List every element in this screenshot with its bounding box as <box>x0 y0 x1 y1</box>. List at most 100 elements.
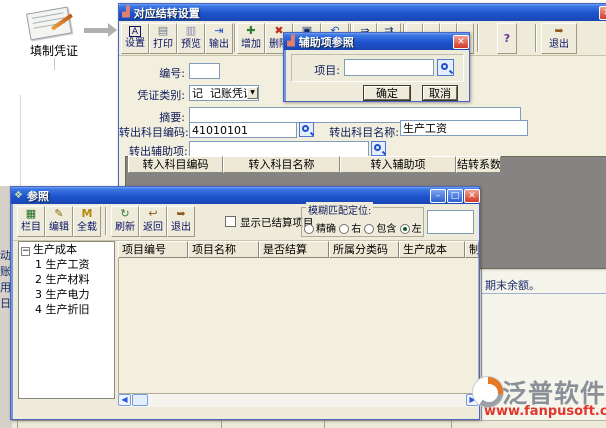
help-icon: ? <box>504 32 510 46</box>
tree-item[interactable]: 3 生产电力 <box>19 287 114 302</box>
toolbar-separator <box>535 24 537 52</box>
help-button[interactable]: ? <box>497 23 517 54</box>
exit-label: 退出 <box>171 221 191 234</box>
search-icon <box>302 125 309 132</box>
out-code-input[interactable]: 41010101 <box>189 122 297 138</box>
project-label: 项目: <box>300 62 340 78</box>
projects-table-body[interactable] <box>118 241 479 394</box>
horizontal-scrollbar[interactable]: ◀ ▶ <box>118 394 479 407</box>
exit-button[interactable]: ➥ 退出 <box>167 206 195 237</box>
close-button[interactable]: ✕ <box>464 189 480 203</box>
fuzzy-match-legend: 模糊匹配定位: <box>306 202 373 217</box>
fanpu-watermark: 泛普软件 www.fanpusoft.com <box>472 372 606 422</box>
export-button[interactable]: ⇥ 输出 <box>205 23 233 54</box>
add-label: 增加 <box>241 38 261 51</box>
grid-header-cell: 转入辅助项 <box>340 156 456 173</box>
print-button[interactable]: ▤ 打印 <box>149 23 177 54</box>
edit-icon: ✎ <box>54 207 63 221</box>
voucher-flow-node[interactable]: 填制凭证 <box>14 6 94 58</box>
out-name-input[interactable]: 生产工资 <box>400 120 528 136</box>
show-settled-checkbox[interactable] <box>225 216 236 227</box>
minimize-button[interactable]: – <box>430 189 446 203</box>
exit-button[interactable]: ➥ 退出 <box>541 23 577 54</box>
out-aux-input[interactable] <box>189 141 369 157</box>
reference-window-titlebar[interactable]: ❖ 参照 <box>11 187 479 204</box>
close-button[interactable]: ✕ <box>453 35 469 49</box>
grid-line <box>221 421 222 428</box>
search-icon <box>374 144 381 151</box>
settings-button[interactable]: A 设置 <box>121 23 149 54</box>
faint-guide-line <box>20 95 21 186</box>
export-icon: ⇥ <box>214 24 223 38</box>
tree-item[interactable]: 1 生产工资 <box>19 257 114 272</box>
window-title: 参照 <box>27 188 49 204</box>
toolbar-separator <box>477 24 479 52</box>
ok-button[interactable]: 确定 <box>364 86 410 100</box>
projects-header-cell: 所属分类码 <box>329 241 399 258</box>
scroll-left-button[interactable]: ◀ <box>118 394 131 406</box>
quick-search-input[interactable] <box>427 210 474 234</box>
load-all-button[interactable]: M 全载 <box>73 206 101 237</box>
dialog-icon: ▟ <box>287 37 295 47</box>
columns-label: 栏目 <box>21 221 41 234</box>
refresh-button[interactable]: ↻ 刷新 <box>111 206 139 237</box>
carryover-window-titlebar[interactable]: ▟ 对应结转设置 <box>119 4 606 21</box>
cancel-button[interactable]: 取消 <box>423 86 457 100</box>
edit-button[interactable]: ✎ 编辑 <box>45 206 73 237</box>
match-option-label: 精确 <box>316 224 336 235</box>
tree-item[interactable]: 2 生产材料 <box>19 272 114 287</box>
window-icon: ▟ <box>122 8 130 18</box>
projects-header-cell: 制 <box>465 241 479 258</box>
out-code-search-button[interactable] <box>299 122 314 137</box>
tree-root-label: 生产成本 <box>33 243 77 256</box>
voucher-type-dropdown-button[interactable]: ▼ <box>247 87 258 99</box>
radio-icon <box>339 224 349 234</box>
number-label: 编号: <box>129 65 185 81</box>
close-button[interactable]: ✕ <box>599 6 606 20</box>
preview-button[interactable]: ▥ 预览 <box>177 23 205 54</box>
tree-root-item[interactable]: −生产成本 <box>19 242 114 257</box>
radio-icon <box>304 224 314 234</box>
add-button[interactable]: ✚ 增加 <box>237 23 265 54</box>
project-search-button[interactable] <box>437 59 454 76</box>
match-option-right[interactable]: 右 <box>339 224 361 235</box>
radio-icon <box>364 224 374 234</box>
edit-label: 编辑 <box>49 221 69 234</box>
match-option-exact[interactable]: 精确 <box>304 224 336 235</box>
exit-icon: ➥ <box>176 207 185 221</box>
number-input[interactable] <box>189 63 220 79</box>
voucher-flow-label: 填制凭证 <box>14 42 94 59</box>
match-option-contains[interactable]: 包含 <box>364 224 396 235</box>
projects-header-cell: 项目名称 <box>188 241 259 258</box>
back-button[interactable]: ↩ 返回 <box>139 206 167 237</box>
flow-arrow-head <box>108 23 117 37</box>
out-aux-search-button[interactable] <box>371 141 386 156</box>
fanpu-url-text: www.fanpusoft.com <box>484 404 606 419</box>
voucher-type-label: 凭证类别: <box>119 87 185 103</box>
grid-header-cell: 转入科目编码 <box>128 156 223 173</box>
maximize-button[interactable]: □ <box>447 189 463 203</box>
back-label: 返回 <box>143 221 163 234</box>
preview-label: 预览 <box>181 38 201 51</box>
radio-selected-icon <box>400 224 410 234</box>
tree-item[interactable]: 4 生产折旧 <box>19 302 114 317</box>
aux-dialog-titlebar[interactable]: ▟ 辅助项参照 <box>284 33 469 50</box>
match-option-left[interactable]: 左 <box>400 224 422 235</box>
grid-header-cell: 转入科目名称 <box>223 156 340 173</box>
out-name-label: 转出科目名称: <box>321 124 399 140</box>
tree-collapse-icon[interactable]: − <box>21 247 30 256</box>
match-option-label: 包含 <box>376 224 396 235</box>
project-input[interactable] <box>344 59 434 76</box>
columns-button[interactable]: ▦ 栏目 <box>17 206 45 237</box>
projects-header-cell: 是否结算 <box>259 241 329 258</box>
aux-dialog-body: 项目: 确定 取消 <box>286 50 469 101</box>
voucher-type-code: 记 <box>192 87 203 100</box>
scroll-thumb[interactable] <box>132 394 148 406</box>
projects-header-cell: 生产成本 <box>399 241 465 258</box>
exit-icon: ➥ <box>554 24 563 38</box>
out-code-label: 转出科目编码: <box>119 124 185 140</box>
projects-header-cell: 项目编号 <box>118 241 188 258</box>
load-all-label: 全载 <box>77 221 97 234</box>
aux-reference-dialog: ▟ 辅助项参照 ✕ 项目: 确定 取消 <box>283 32 470 102</box>
flow-stub-line <box>54 58 55 70</box>
